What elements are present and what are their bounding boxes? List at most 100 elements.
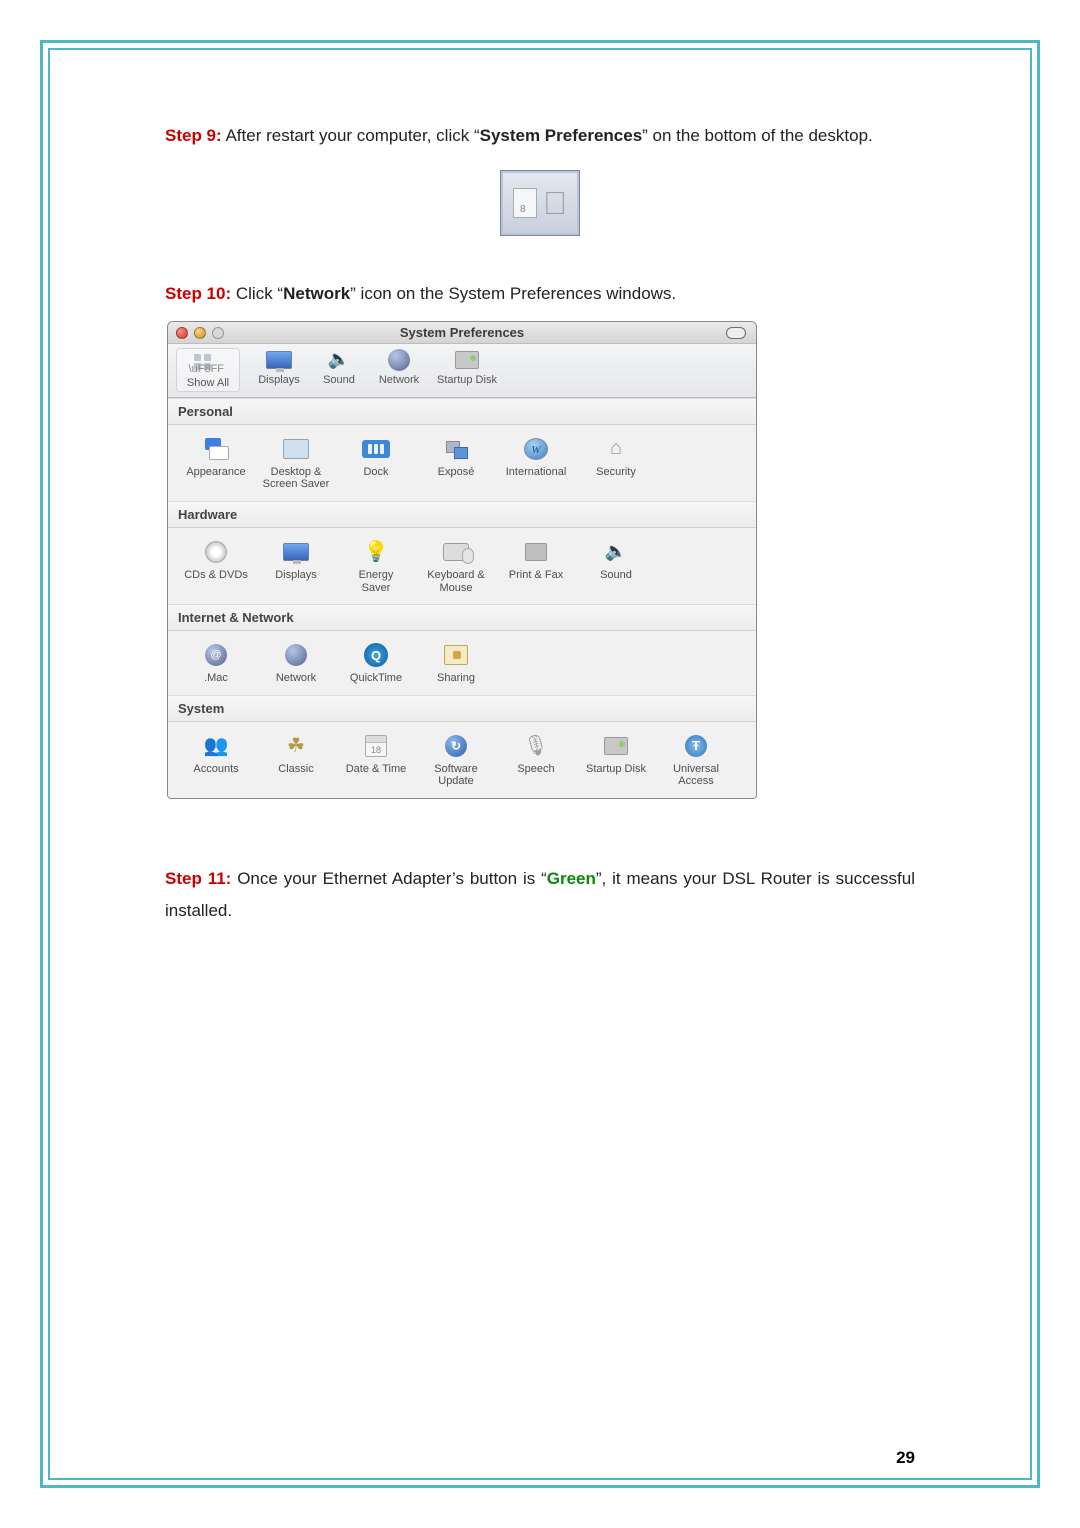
- pref-dotmac-label: .Mac: [204, 672, 228, 685]
- pref-energy-label: Energy Saver: [359, 569, 394, 594]
- toolbar-startup-disk[interactable]: Startup Disk: [432, 348, 502, 386]
- pref-sound[interactable]: 🔈Sound: [576, 538, 656, 594]
- pref-speech[interactable]: 🎙Speech: [496, 732, 576, 788]
- pref-cds-label: CDs & DVDs: [184, 569, 248, 582]
- show-all-icon: \uF8FF: [188, 351, 228, 375]
- toolbar-network-label: Network: [379, 374, 419, 386]
- pref-quicktime-label: QuickTime: [350, 672, 402, 685]
- toolbar-displays[interactable]: Displays: [252, 348, 306, 386]
- pref-print-fax[interactable]: Print & Fax: [496, 538, 576, 594]
- pref-expose-label: Exposé: [438, 466, 475, 479]
- dock-icon: [362, 440, 390, 458]
- pref-universal-label: Universal Access: [673, 763, 719, 788]
- window-titlebar: System Preferences: [168, 322, 756, 344]
- zoom-button[interactable]: [212, 327, 224, 339]
- pref-software-label: Software Update: [434, 763, 477, 788]
- pref-energy-saver[interactable]: 💡 Energy Saver: [336, 538, 416, 594]
- section-personal: Personal Appearance Desktop & Screen Sav…: [168, 398, 756, 501]
- step-9-text-1: After restart your computer, click “: [222, 126, 480, 145]
- pref-date-time[interactable]: 18 Date & Time: [336, 732, 416, 788]
- pref-network-label: Network: [276, 672, 316, 685]
- network-icon: [388, 349, 410, 371]
- toolbar-startup-label: Startup Disk: [437, 374, 497, 386]
- pref-classic-label: Classic: [278, 763, 313, 776]
- pref-network[interactable]: Network: [256, 641, 336, 685]
- pref-quicktime[interactable]: Q QuickTime: [336, 641, 416, 685]
- toolbar-toggle-button[interactable]: [726, 327, 746, 339]
- section-hardware: Hardware CDs & DVDs Displays 💡Energy Sav…: [168, 501, 756, 604]
- expose-icon: [444, 439, 468, 459]
- step-11-text-1: Once your Ethernet Adapter’s button is “: [231, 869, 546, 888]
- pref-security-label: Security: [596, 466, 636, 479]
- dock-screenshot: : [500, 170, 580, 236]
- print-fax-icon: [525, 543, 547, 561]
- system-preferences-window: System Preferences \uF8FF Show All Displ…: [167, 321, 757, 799]
- toolbar-sound-label: Sound: [323, 374, 355, 386]
- classic-icon: ☘: [281, 732, 311, 760]
- pref-desktop-screensaver[interactable]: Desktop & Screen Saver: [256, 435, 336, 491]
- pref-appearance-label: Appearance: [186, 466, 245, 479]
- pref-international[interactable]: WInternational: [496, 435, 576, 491]
- startup-disk-icon: [455, 351, 479, 369]
- step-9-text-2: ” on the bottom of the desktop.: [642, 126, 873, 145]
- pref-speech-label: Speech: [517, 763, 554, 776]
- cd-icon: [205, 541, 227, 563]
- energy-icon: 💡: [361, 538, 391, 566]
- step-9-paragraph: Step 9: After restart your computer, cli…: [165, 120, 915, 152]
- step-11-green: Green: [547, 869, 596, 888]
- pref-keyboard-label: Keyboard & Mouse: [427, 569, 484, 594]
- pref-displays[interactable]: Displays: [256, 538, 336, 594]
- pref-desktop-label: Desktop & Screen Saver: [263, 466, 330, 491]
- date-time-icon: 18: [365, 735, 387, 757]
- section-personal-heading: Personal: [168, 398, 756, 425]
- toolbar-show-all-label: Show All: [187, 377, 229, 389]
- displays-icon: [266, 351, 292, 369]
- pref-datetime-label: Date & Time: [346, 763, 407, 776]
- pref-displays-label: Displays: [275, 569, 317, 582]
- section-internet-heading: Internet & Network: [168, 604, 756, 631]
- pref-appearance[interactable]: Appearance: [176, 435, 256, 491]
- appearance-icon: [203, 438, 229, 460]
- pref-universal-access[interactable]: ŦUniversal Access: [656, 732, 736, 788]
- window-title: System Preferences: [400, 325, 524, 340]
- window-controls: [176, 327, 224, 339]
- pref-accounts[interactable]: 👥Accounts: [176, 732, 256, 788]
- pref-software-update[interactable]: ↻ Software Update: [416, 732, 496, 788]
- section-system: System 👥Accounts ☘Classic 18Date & Time …: [168, 695, 756, 798]
- pref-cds-dvds[interactable]: CDs & DVDs: [176, 538, 256, 594]
- section-internet-network: Internet & Network @.Mac Network Q QuickT…: [168, 604, 756, 695]
- close-button[interactable]: [176, 327, 188, 339]
- toolbar-network[interactable]: Network: [372, 348, 426, 386]
- minimize-button[interactable]: [194, 327, 206, 339]
- toolbar-displays-label: Displays: [258, 374, 300, 386]
- toolbar-show-all[interactable]: \uF8FF Show All: [176, 348, 240, 392]
- pref-keyboard-mouse[interactable]: Keyboard & Mouse: [416, 538, 496, 594]
- pref-printfax-label: Print & Fax: [509, 569, 563, 582]
- pref-startup-disk[interactable]: Startup Disk: [576, 732, 656, 788]
- sound-icon: 🔈: [324, 348, 354, 372]
- step-9-bold: System Preferences: [480, 126, 643, 145]
- step-11-paragraph: Step 11: Once your Ethernet Adapter’s bu…: [165, 863, 915, 928]
- page-number: 29: [896, 1448, 915, 1468]
- step-9-label: Step 9:: [165, 126, 222, 145]
- accounts-icon: 👥: [201, 732, 231, 760]
- keyboard-mouse-icon: [443, 543, 469, 561]
- desktop-icon: [283, 439, 309, 459]
- toolbar-sound[interactable]: 🔈 Sound: [312, 348, 366, 386]
- toolbar: \uF8FF Show All Displays 🔈 Sound Network…: [168, 344, 756, 398]
- software-update-icon: ↻: [445, 735, 467, 757]
- step-10-text-2: ” icon on the System Preferences windows…: [350, 284, 676, 303]
- apple-icon: : [543, 187, 567, 219]
- quicktime-icon: Q: [364, 643, 388, 667]
- sharing-icon: [444, 645, 468, 665]
- pref-security[interactable]: ⌂Security: [576, 435, 656, 491]
- pref-startup-label: Startup Disk: [586, 763, 646, 776]
- pref-sharing[interactable]: Sharing: [416, 641, 496, 685]
- pref-expose[interactable]: Exposé: [416, 435, 496, 491]
- step-10-paragraph: Step 10: Click “Network” icon on the Sys…: [165, 278, 915, 310]
- pref-dotmac[interactable]: @.Mac: [176, 641, 256, 685]
- step-11-label: Step 11:: [165, 869, 231, 888]
- pref-sharing-label: Sharing: [437, 672, 475, 685]
- pref-dock[interactable]: Dock: [336, 435, 416, 491]
- pref-classic[interactable]: ☘ Classic: [256, 732, 336, 788]
